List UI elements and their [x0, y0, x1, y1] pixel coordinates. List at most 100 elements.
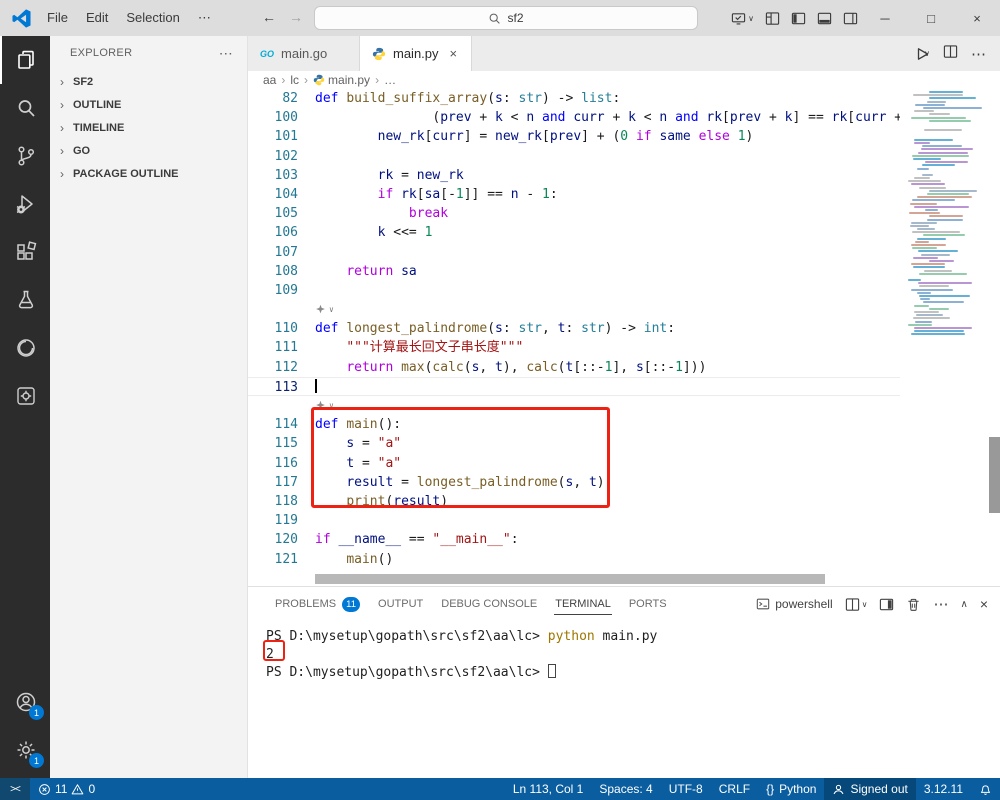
code-line-119[interactable]: 119: [248, 511, 900, 530]
back-button[interactable]: ←: [262, 9, 276, 25]
breadcrumb-item-item[interactable]: …: [384, 73, 396, 87]
testing-icon[interactable]: [0, 276, 50, 324]
code-line-109[interactable]: 109: [248, 281, 900, 300]
accounts-icon[interactable]: 1: [0, 678, 50, 726]
tab-main-py[interactable]: main.py ×: [360, 36, 472, 71]
close-panel-icon[interactable]: ×: [980, 596, 988, 612]
horizontal-scrollbar-thumb[interactable]: [315, 574, 825, 584]
status-item-3-12-11[interactable]: 3.12.11: [916, 778, 971, 800]
sidebar-section-timeline[interactable]: › TIMELINE: [50, 116, 247, 139]
code-line-108[interactable]: 108 return sa: [248, 262, 900, 281]
code-line-107[interactable]: 107: [248, 243, 900, 262]
panel-more-actions-icon[interactable]: ⋯: [933, 595, 948, 613]
chevron-down-icon[interactable]: ∨: [329, 396, 334, 415]
code-line-115[interactable]: 115 s = "a": [248, 434, 900, 453]
code-line-103[interactable]: 103 rk = new_rk: [248, 166, 900, 185]
code-line-117[interactable]: 117 result = longest_palindrome(s, t): [248, 473, 900, 492]
remote-indicator-icon[interactable]: ><: [0, 778, 30, 800]
breadcrumb-item-lc[interactable]: lc: [290, 73, 299, 87]
code-editor[interactable]: 82 def build_suffix_array(s: str) -> list…: [248, 89, 1000, 586]
code-line-112[interactable]: 112 return max(calc(s, t), calc(t[::-1],…: [248, 358, 900, 377]
panel-tab-ports[interactable]: PORTS: [620, 587, 676, 621]
breadcrumb-item-main-py[interactable]: main.py: [313, 73, 370, 87]
panel-tab-output[interactable]: OUTPUT: [369, 587, 432, 621]
code-line-82[interactable]: 82 def build_suffix_array(s: str) -> list…: [248, 89, 900, 108]
command-center-search[interactable]: sf2: [314, 6, 698, 30]
sidebar-section-outline[interactable]: › OUTLINE: [50, 93, 247, 116]
terminal-output[interactable]: PS D:\mysetup\gopath\src\sf2\aa\lc> pyth…: [248, 621, 1000, 682]
sidebar-section-package-outline[interactable]: › PACKAGE OUTLINE: [50, 162, 247, 185]
sparkle-icon[interactable]: [315, 304, 326, 315]
code-line-114[interactable]: 114 def main():: [248, 415, 900, 434]
menu-item-file[interactable]: File: [39, 6, 76, 30]
tools-extension-icon[interactable]: [0, 372, 50, 420]
terminal-profile-button[interactable]: powershell: [756, 597, 833, 611]
code-line-104[interactable]: 104 if rk[sa[-1]] == n - 1:: [248, 185, 900, 204]
code-line-106[interactable]: 106 k <<= 1: [248, 223, 900, 242]
run-button[interactable]: ∨: [914, 46, 930, 62]
code-line-116[interactable]: 116 t = "a": [248, 454, 900, 473]
explorer-icon[interactable]: [0, 36, 50, 84]
codelens-sparkle-row[interactable]: ∨: [248, 300, 900, 319]
codelens-sparkle-row[interactable]: ∨: [248, 396, 900, 415]
menu-item-item[interactable]: ⋯: [190, 6, 219, 30]
forward-button[interactable]: →: [289, 9, 303, 25]
split-terminal-chevron-icon[interactable]: ∨: [862, 600, 868, 609]
horizontal-scrollbar[interactable]: [248, 574, 900, 584]
panel-tab-problems[interactable]: PROBLEMS 11: [266, 587, 369, 621]
minimize-button[interactable]: ─: [862, 0, 908, 36]
sparkle-icon[interactable]: [315, 400, 326, 411]
profile-switcher-icon[interactable]: ∨: [731, 11, 754, 26]
close-window-button[interactable]: ×: [954, 0, 1000, 36]
code-line-120[interactable]: 120 if __name__ == "__main__":: [248, 530, 900, 549]
toggle-primary-sidebar-icon[interactable]: [791, 11, 806, 26]
panel-tab-debug-console[interactable]: DEBUG CONSOLE: [432, 587, 546, 621]
close-tab-icon[interactable]: ×: [450, 46, 458, 61]
chevron-down-icon[interactable]: ∨: [329, 300, 334, 319]
split-editor-icon[interactable]: [943, 44, 958, 64]
terminal-layout-icon[interactable]: [879, 597, 894, 612]
code-line-118[interactable]: 118 print(result): [248, 492, 900, 511]
status-item-python[interactable]: {} Python: [758, 778, 824, 800]
tab-main-go[interactable]: GO main.go: [248, 36, 360, 71]
code-line-121[interactable]: 121 main(): [248, 550, 900, 569]
code-line-105[interactable]: 105 break: [248, 204, 900, 223]
customize-layout-icon[interactable]: [765, 11, 780, 26]
status-item-utf-8[interactable]: UTF-8: [661, 778, 711, 800]
status-item-spaces-4[interactable]: Spaces: 4: [591, 778, 660, 800]
run-dropdown-chevron-icon[interactable]: ∨: [924, 49, 930, 58]
extension-a-icon[interactable]: [0, 324, 50, 372]
code-line-101[interactable]: 101 new_rk[curr] = new_rk[prev] + (0 if …: [248, 127, 900, 146]
panel-tab-terminal[interactable]: TERMINAL: [546, 587, 620, 621]
sidebar-more-actions-icon[interactable]: ⋯: [219, 45, 233, 62]
code-line-102[interactable]: 102: [248, 147, 900, 166]
editor-more-actions-icon[interactable]: ⋯: [971, 45, 986, 63]
sidebar-section-sf2[interactable]: › SF2: [50, 70, 247, 93]
toggle-secondary-sidebar-icon[interactable]: [843, 11, 858, 26]
status-item-ln-113-col-1[interactable]: Ln 113, Col 1: [505, 778, 592, 800]
status-item-bell[interactable]: [971, 778, 1000, 800]
run-debug-icon[interactable]: [0, 180, 50, 228]
extensions-icon[interactable]: [0, 228, 50, 276]
vertical-scrollbar[interactable]: [989, 89, 1000, 586]
problems-status[interactable]: 11 0: [30, 782, 103, 796]
vertical-scrollbar-thumb[interactable]: [989, 437, 1000, 513]
code-line-111[interactable]: 111 """计算最长回文子串长度""": [248, 338, 900, 357]
split-terminal-icon[interactable]: ∨: [845, 597, 868, 612]
breadcrumb-item-aa[interactable]: aa: [263, 73, 276, 87]
code-line-110[interactable]: 110 def longest_palindrome(s: str, t: str…: [248, 319, 900, 338]
sidebar-section-go[interactable]: › GO: [50, 139, 247, 162]
maximize-panel-icon[interactable]: ∧: [960, 599, 967, 610]
status-item-signed-out[interactable]: Signed out: [824, 778, 916, 800]
status-item-crlf[interactable]: CRLF: [711, 778, 758, 800]
kill-terminal-icon[interactable]: [906, 597, 921, 612]
menu-item-selection[interactable]: Selection: [118, 6, 187, 30]
code-line-100[interactable]: 100 (prev + k < n and curr + k < n and r…: [248, 108, 900, 127]
source-control-icon[interactable]: [0, 132, 50, 180]
toggle-panel-icon[interactable]: [817, 11, 832, 26]
settings-gear-icon[interactable]: 1: [0, 726, 50, 774]
code-line-113[interactable]: 113: [248, 376, 900, 396]
search-activity-icon[interactable]: [0, 84, 50, 132]
menu-item-edit[interactable]: Edit: [78, 6, 116, 30]
maximize-button[interactable]: □: [908, 0, 954, 36]
